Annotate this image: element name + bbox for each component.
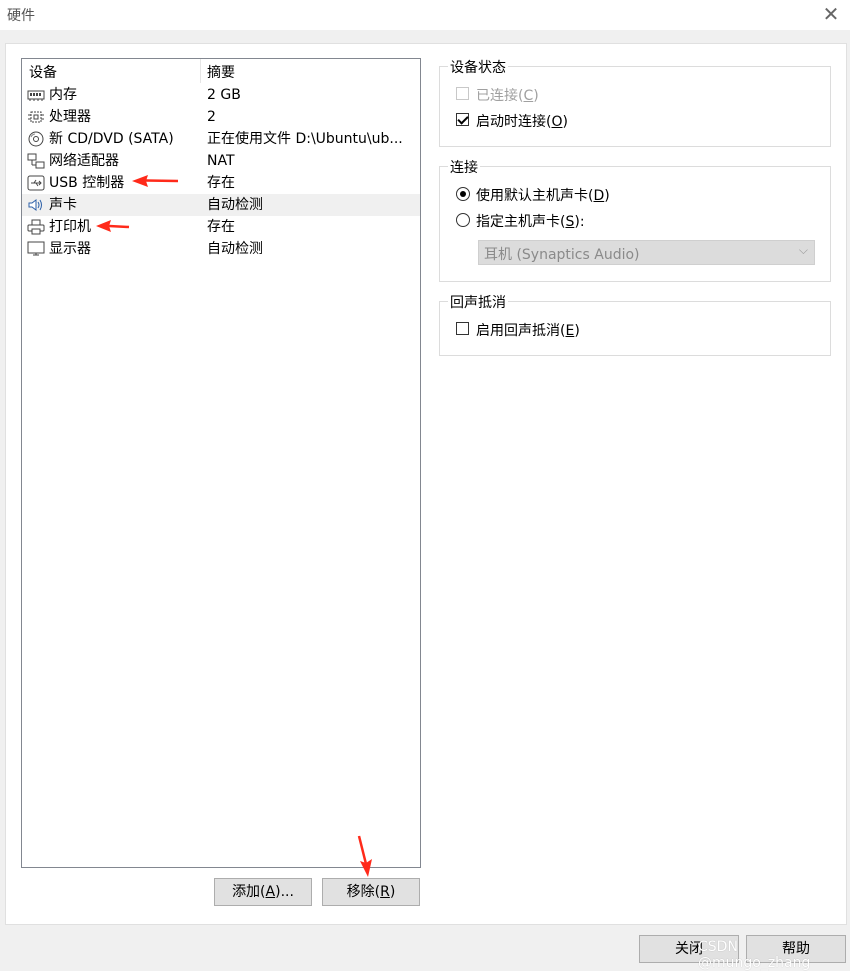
device-name: 显示器	[49, 241, 91, 257]
remove-suffix: )	[389, 884, 396, 900]
group-title: 设备状态	[448, 57, 508, 77]
echo-cancel-label: 启用回声抵消(E)	[476, 323, 580, 339]
connect-on-start-label: 启动时连接(O)	[476, 114, 568, 130]
host-sound-card-select[interactable]: 耳机 (Synaptics Audio) ⌵	[478, 240, 815, 265]
device-summary: 自动检测	[207, 197, 263, 213]
device-name: 处理器	[49, 109, 91, 125]
device-row-printer[interactable]: 打印机 存在	[22, 216, 420, 238]
device-row-network-adapter[interactable]: 网络适配器 NAT	[22, 150, 420, 172]
column-header-device[interactable]: 设备	[29, 62, 57, 82]
device-list-header: 设备 摘要	[22, 59, 420, 84]
connected-label: 已连接(C)	[476, 88, 539, 104]
device-row-usb-controller[interactable]: USB 控制器 存在	[22, 172, 420, 194]
select-value: 耳机 (Synaptics Audio)	[484, 247, 640, 263]
add-device-button[interactable]: 添加(A)...	[214, 878, 312, 906]
remove-accel: R	[380, 884, 390, 900]
device-row-sound-card[interactable]: 声卡 自动检测	[22, 194, 420, 216]
cd-dvd-icon	[27, 131, 45, 147]
close-icon[interactable]: ✕	[820, 3, 842, 25]
watermark: CSDN @mungo_zhang	[698, 939, 811, 971]
default-sound-card-label: 使用默认主机声卡(D)	[476, 188, 610, 204]
device-name: USB 控制器	[49, 175, 125, 191]
annotation-arrow-printer	[96, 220, 130, 232]
device-summary: NAT	[207, 153, 235, 169]
add-label: 添加(	[232, 884, 266, 900]
device-name: 网络适配器	[49, 153, 119, 169]
column-separator[interactable]	[200, 59, 201, 83]
device-summary: 存在	[207, 219, 235, 235]
device-row-cd-dvd[interactable]: 新 CD/DVD (SATA) 正在使用文件 D:\Ubuntu\ub...	[22, 128, 420, 150]
device-summary: 存在	[207, 175, 235, 191]
device-name: 打印机	[49, 219, 91, 235]
column-header-summary[interactable]: 摘要	[207, 62, 235, 82]
annotation-arrow-remove	[357, 835, 372, 877]
speaker-icon	[27, 197, 45, 213]
add-accel: A	[265, 884, 276, 900]
remove-label: 移除(	[346, 884, 381, 900]
usb-icon	[27, 175, 45, 191]
specify-sound-card-radio[interactable]	[456, 213, 470, 227]
memory-icon	[27, 87, 45, 103]
chevron-down-icon: ⌵	[798, 243, 808, 257]
remove-device-button[interactable]: 移除(R)	[322, 878, 420, 906]
device-summary: 2	[207, 109, 216, 125]
device-row-memory[interactable]: 内存 2 GB	[22, 84, 420, 106]
device-row-display[interactable]: 显示器 自动检测	[22, 238, 420, 260]
title-bar: 硬件 ✕	[0, 0, 850, 30]
connected-checkbox[interactable]	[456, 87, 469, 100]
specify-sound-card-label: 指定主机声卡(S):	[476, 214, 585, 230]
device-name: 内存	[49, 87, 77, 103]
device-summary: 自动检测	[207, 241, 263, 257]
group-title: 连接	[448, 157, 480, 177]
device-list[interactable]: 设备 摘要 内存 2 GB 处理器 2 新 CD/DVD (SATA) 正在使用…	[21, 58, 421, 868]
network-adapter-icon	[27, 153, 45, 169]
device-status-group: 设备状态	[439, 57, 831, 147]
cpu-icon	[27, 109, 45, 125]
device-row-processor[interactable]: 处理器 2	[22, 106, 420, 128]
device-summary: 2 GB	[207, 87, 241, 103]
add-suffix: )...	[275, 884, 294, 900]
device-summary: 正在使用文件 D:\Ubuntu\ub...	[207, 131, 403, 147]
device-name: 声卡	[49, 197, 77, 213]
connect-on-start-checkbox[interactable]	[456, 113, 469, 126]
window-title: 硬件	[7, 8, 35, 24]
monitor-icon	[27, 241, 45, 257]
echo-cancel-checkbox[interactable]	[456, 322, 469, 335]
device-name: 新 CD/DVD (SATA)	[49, 131, 174, 147]
default-sound-card-radio[interactable]	[456, 187, 470, 201]
printer-icon	[27, 219, 45, 235]
annotation-arrow-usb	[132, 175, 179, 187]
group-title: 回声抵消	[448, 292, 508, 312]
